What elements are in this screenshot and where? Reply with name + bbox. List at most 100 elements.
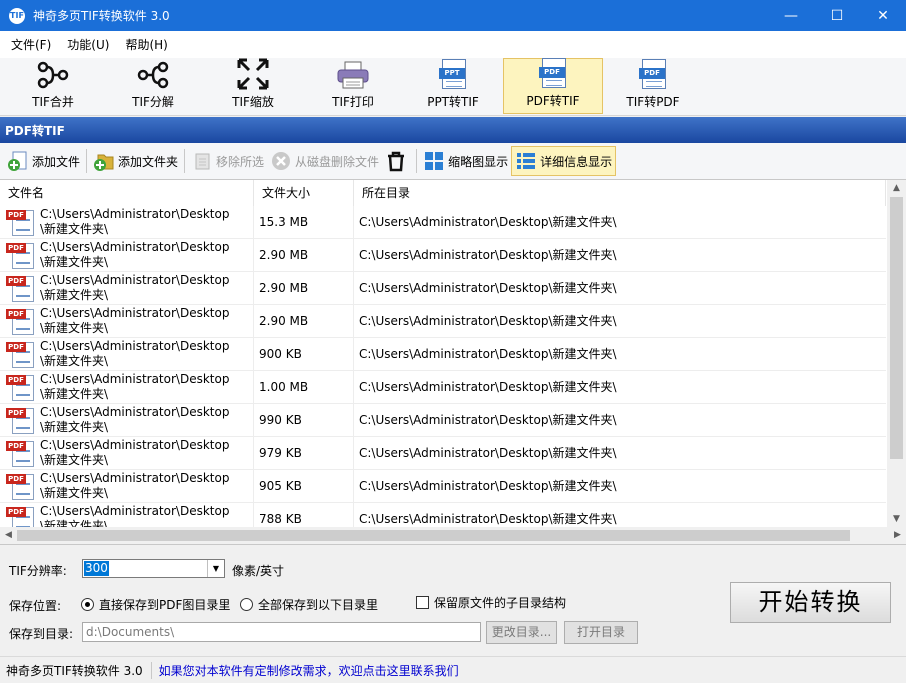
add-folder-button[interactable]: 添加文件夹 — [90, 146, 181, 176]
pdf-file-icon: PDF — [6, 339, 36, 369]
add-file-button[interactable]: 添加文件 — [4, 146, 83, 176]
tif-print-button[interactable]: TIF打印 — [303, 58, 403, 114]
radio-save-same-dir[interactable]: 直接保存到PDF图目录里 — [81, 596, 230, 613]
filename-cell: PDF C:\Users\Administrator\Desktop\新建文件夹\ — [0, 272, 254, 304]
column-header-directory[interactable]: 所在目录 — [354, 180, 886, 206]
table-row[interactable]: PDF C:\Users\Administrator\Desktop\新建文件夹\… — [0, 503, 886, 528]
menu-function[interactable]: 功能(U) — [59, 36, 117, 53]
tif-merge-label: TIF合并 — [32, 95, 74, 109]
directory-cell: C:\Users\Administrator\Desktop\新建文件夹\ — [359, 347, 617, 361]
grid-view-icon — [423, 150, 445, 172]
thumbnail-view-button[interactable]: 缩略图显示 — [420, 146, 511, 176]
vertical-scroll-thumb[interactable] — [890, 197, 903, 459]
tif-merge-button[interactable]: TIF合并 — [3, 58, 103, 114]
table-row[interactable]: PDF C:\Users\Administrator\Desktop\新建文件夹\… — [0, 272, 886, 305]
separator — [184, 149, 186, 173]
column-header-filename[interactable]: 文件名 — [0, 180, 254, 206]
table-row[interactable]: PDF C:\Users\Administrator\Desktop\新建文件夹\… — [0, 206, 886, 239]
menu-help[interactable]: 帮助(H) — [117, 36, 175, 53]
maximize-button[interactable]: ☐ — [814, 0, 860, 31]
table-row[interactable]: PDF C:\Users\Administrator\Desktop\新建文件夹\… — [0, 470, 886, 503]
filename-text: C:\Users\Administrator\Desktop\新建文件夹\ — [40, 339, 230, 368]
trash-button[interactable] — [382, 146, 413, 176]
radio-save-same-dir-label: 直接保存到PDF图目录里 — [99, 598, 231, 612]
table-row[interactable]: PDF C:\Users\Administrator\Desktop\新建文件夹\… — [0, 371, 886, 404]
app-icon: TIF — [9, 7, 25, 24]
filename-cell: PDF C:\Users\Administrator\Desktop\新建文件夹\ — [0, 437, 254, 469]
pdf-file-icon: PDF — [6, 207, 36, 237]
filesize-cell: 905 KB — [254, 470, 354, 502]
pdf-file-icon: PDF — [6, 306, 36, 336]
pdf-file-icon: PDF — [6, 273, 36, 303]
change-dir-button[interactable]: 更改目录... — [486, 621, 557, 644]
split-icon — [135, 58, 171, 91]
settings-panel: TIF分辨率: 300 ▼ 像素/英寸 保存位置: 直接保存到PDF图目录里 全… — [0, 546, 906, 656]
scroll-left-arrow-icon[interactable]: ◀ — [0, 527, 17, 544]
open-dir-button[interactable]: 打开目录 — [564, 621, 638, 644]
filename-text: C:\Users\Administrator\Desktop\新建文件夹\ — [40, 207, 230, 236]
window-title: 神奇多页TIF转换软件 3.0 — [33, 9, 170, 23]
tif-print-label: TIF打印 — [332, 95, 374, 109]
column-header-filesize[interactable]: 文件大小 — [254, 180, 354, 206]
menu-file[interactable]: 文件(F) — [3, 36, 59, 53]
filename-text: C:\Users\Administrator\Desktop\新建文件夹\ — [40, 405, 230, 434]
ppt-to-tif-button[interactable]: PPT PPT转TIF — [403, 58, 503, 114]
scale-icon — [235, 57, 271, 91]
scroll-right-arrow-icon[interactable]: ▶ — [889, 527, 906, 544]
keep-subdir-label: 保留原文件的子目录结构 — [434, 596, 567, 610]
tif-to-pdf-label: TIF转PDF — [626, 95, 680, 109]
scroll-up-arrow-icon[interactable]: ▲ — [887, 180, 906, 197]
directory-cell: C:\Users\Administrator\Desktop\新建文件夹\ — [359, 479, 617, 493]
table-row[interactable]: PDF C:\Users\Administrator\Desktop\新建文件夹\… — [0, 239, 886, 272]
resolution-label: TIF分辨率: — [9, 564, 67, 578]
start-convert-button[interactable]: 开始转换 — [730, 582, 891, 623]
scroll-down-arrow-icon[interactable]: ▼ — [887, 511, 906, 528]
tif-scale-button[interactable]: TIF缩放 — [203, 58, 303, 114]
tif-split-button[interactable]: TIF分解 — [103, 58, 203, 114]
remove-selected-button[interactable]: 移除所选 — [188, 146, 267, 176]
filename-text: C:\Users\Administrator\Desktop\新建文件夹\ — [40, 504, 230, 528]
file-list-header: 文件名 文件大小 所在目录 — [0, 180, 886, 206]
vertical-scrollbar[interactable]: ▲ ▼ — [887, 180, 906, 528]
horizontal-scroll-thumb[interactable] — [17, 530, 850, 541]
table-row[interactable]: PDF C:\Users\Administrator\Desktop\新建文件夹\… — [0, 338, 886, 371]
title-bar: TIF 神奇多页TIF转换软件 3.0 — ☐ ✕ — [0, 0, 906, 31]
table-row[interactable]: PDF C:\Users\Administrator\Desktop\新建文件夹\… — [0, 305, 886, 338]
file-list[interactable]: 文件名 文件大小 所在目录 PDF C:\Users\Administrator\… — [0, 179, 906, 545]
remove-selected-label: 移除所选 — [216, 154, 265, 169]
status-bar: 神奇多页TIF转换软件 3.0 如果您对本软件有定制修改需求，欢迎点击这里联系我… — [0, 656, 906, 683]
filesize-cell: 15.3 MB — [254, 206, 354, 238]
save-location-label: 保存位置: — [9, 599, 62, 613]
filename-cell: PDF C:\Users\Administrator\Desktop\新建文件夹\ — [0, 338, 254, 370]
directory-cell: C:\Users\Administrator\Desktop\新建文件夹\ — [359, 512, 617, 526]
table-row[interactable]: PDF C:\Users\Administrator\Desktop\新建文件夹\… — [0, 437, 886, 470]
radio-save-below-dir[interactable]: 全部保存到以下目录里 — [240, 596, 378, 613]
detail-view-label: 详细信息显示 — [540, 154, 613, 169]
chevron-down-icon[interactable]: ▼ — [207, 560, 224, 577]
keep-subdir-checkbox[interactable]: 保留原文件的子目录结构 — [416, 594, 566, 611]
close-button[interactable]: ✕ — [860, 0, 906, 31]
pdf-file-icon: PDF — [6, 372, 36, 402]
delete-from-disk-button[interactable]: 从磁盘删除文件 — [267, 146, 382, 176]
filename-text: C:\Users\Administrator\Desktop\新建文件夹\ — [40, 273, 230, 302]
resolution-value[interactable]: 300 — [84, 561, 109, 576]
detail-view-button[interactable]: 详细信息显示 — [511, 146, 617, 176]
horizontal-scrollbar[interactable]: ◀ ▶ — [0, 527, 906, 544]
contact-link[interactable]: 如果您对本软件有定制修改需求，欢迎点击这里联系我们 — [152, 662, 459, 679]
minimize-button[interactable]: — — [768, 0, 814, 31]
file-list-rows: PDF C:\Users\Administrator\Desktop\新建文件夹\… — [0, 206, 886, 528]
filesize-cell: 990 KB — [254, 404, 354, 436]
filesize-cell: 1.00 MB — [254, 371, 354, 403]
pdf-to-tif-button[interactable]: PDF PDF转TIF — [503, 58, 603, 114]
table-row[interactable]: PDF C:\Users\Administrator\Desktop\新建文件夹\… — [0, 404, 886, 437]
separator — [416, 149, 418, 173]
resolution-combobox[interactable]: 300 ▼ — [82, 559, 225, 578]
radio-indicator — [240, 598, 253, 611]
filename-text: C:\Users\Administrator\Desktop\新建文件夹\ — [40, 372, 230, 401]
pdf-file-icon: PDF — [6, 504, 36, 528]
save-dir-field[interactable]: d:\Documents\ — [82, 622, 481, 642]
checkbox-indicator — [416, 596, 429, 609]
directory-cell: C:\Users\Administrator\Desktop\新建文件夹\ — [359, 281, 617, 295]
resolution-unit: 像素/英寸 — [232, 564, 285, 578]
tif-to-pdf-button[interactable]: PDF TIF转PDF — [603, 58, 703, 114]
